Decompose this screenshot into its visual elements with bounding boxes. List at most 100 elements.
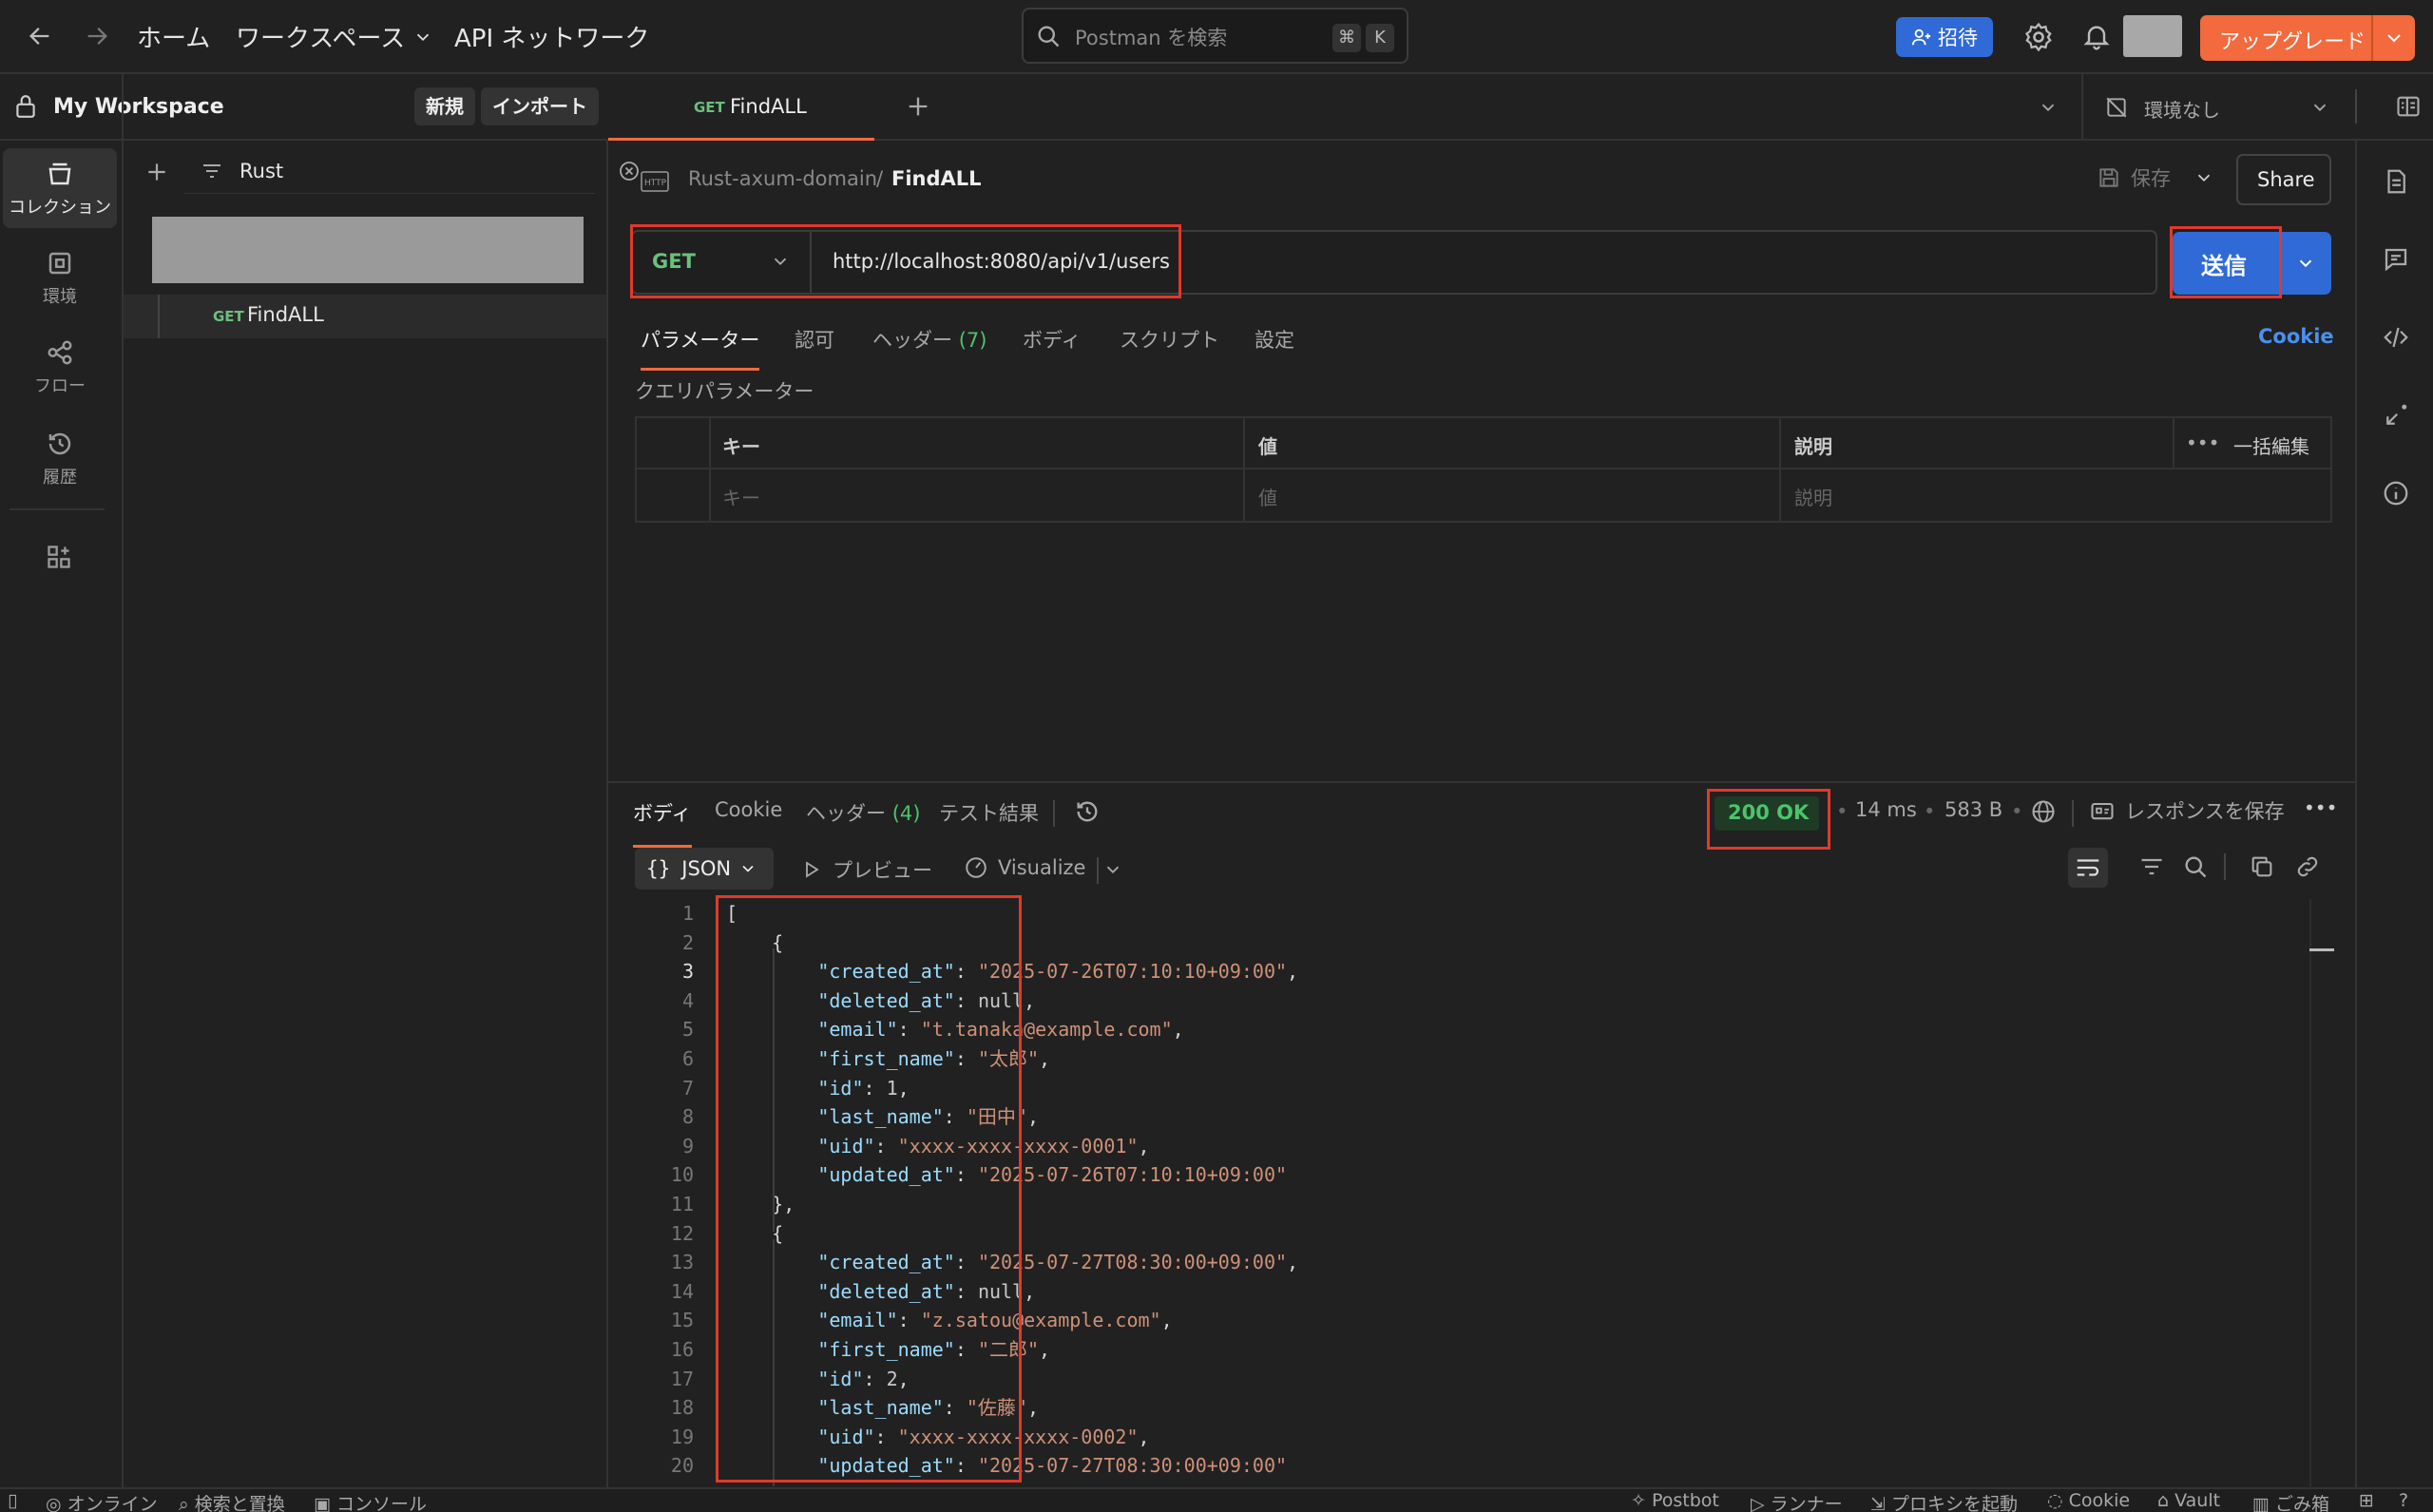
save-button[interactable]: 保存 [2097,163,2171,192]
filter-input[interactable]: Rust [184,148,639,194]
copy-icon[interactable] [2249,853,2275,880]
add-icon[interactable] [144,160,169,184]
new-button[interactable]: 新規 [414,87,475,125]
tab-settings[interactable]: 設定 [1255,325,1294,354]
line-number: 14 [670,1279,694,1303]
rail-item-collections[interactable]: コレクション [3,148,117,228]
resp-tab-cookies[interactable]: Cookie [715,798,782,821]
tab-headers[interactable]: ヘッダー (7) [872,325,987,354]
postbot[interactable]: ✧ Postbot [1631,1490,1719,1511]
related-collections-icon[interactable] [2382,401,2410,430]
chevron-down-icon[interactable] [2383,27,2405,49]
response-panel: ボディ Cookie ヘッダー (4) テスト結果 200 OK • 14 ms… [608,781,2355,1487]
online-status[interactable]: ◎ オンライン [46,1490,158,1512]
comments-icon[interactable] [2382,245,2410,274]
history-icon[interactable] [1074,798,1101,825]
share-button[interactable]: Share [2236,154,2331,205]
json-comma: , [1138,1134,1150,1158]
start-proxy[interactable]: ⇲ プロキシを起動 [1870,1490,2018,1512]
tab-params[interactable]: パラメーター [641,325,760,371]
description-input[interactable]: 説明 [1794,483,1832,510]
preview-button[interactable]: プレビュー [800,855,932,884]
toggle-sidebar-icon[interactable]: ▯ [8,1490,17,1511]
nav-home[interactable]: ホーム [137,19,210,54]
environment-quick-look-icon[interactable] [2395,93,2422,120]
history-icon [48,432,71,455]
redacted-collection-name[interactable] [152,217,584,283]
upgrade-button[interactable]: アップグレード [2200,15,2415,61]
globe-icon[interactable] [2030,798,2057,825]
response-size[interactable]: 583 B [1944,798,2002,821]
filter-icon[interactable] [2138,853,2165,880]
editor-scrollbar-track[interactable] [2309,899,2311,1486]
runner[interactable]: ▷ ランナー [1751,1490,1843,1512]
cookies-link[interactable]: Cookie [2258,325,2334,348]
bulk-edit-button[interactable]: 一括編集 [2233,431,2309,459]
environment-select[interactable]: 環境なし [2104,86,2340,129]
filter-icon [200,160,224,182]
info-icon[interactable] [2382,479,2410,507]
trash[interactable]: ▥ ごみ箱 [2252,1490,2329,1512]
nav-api-network[interactable]: API ネットワーク [454,19,649,54]
tab-scripts[interactable]: スクリプト [1120,325,1219,354]
resp-tab-headers[interactable]: ヘッダー (4) [806,798,920,827]
new-tab-plus-icon[interactable] [905,93,931,120]
rail-item-history[interactable]: 履歴 [3,418,117,498]
save-response-button[interactable]: レスポンスを保存 [2089,796,2285,825]
visualize-button[interactable]: Visualize [964,855,1085,880]
format-select[interactable]: {} JSON [635,848,774,890]
documentation-icon[interactable] [2382,167,2410,196]
breadcrumb-request-name[interactable]: FindALL [891,167,982,190]
runner-label: ランナー [1770,1494,1843,1512]
resp-tab-body[interactable]: ボディ [633,798,692,848]
code-snippet-icon[interactable] [2382,323,2410,352]
avatar[interactable] [2123,15,2182,57]
key-input[interactable]: キー [722,483,760,510]
chevron-down-icon [742,865,754,872]
chevron-down-icon[interactable] [1102,859,1123,880]
help-icon[interactable]: ? [2399,1490,2408,1511]
import-button[interactable]: インポート [481,87,599,125]
collection-sidebar: Rust GET FindALL [124,141,639,1487]
add-app-grid-icon[interactable] [46,544,72,570]
value-input[interactable]: 値 [1258,483,1277,510]
notification-bell-icon[interactable] [2081,21,2112,51]
tab-method: GET [694,99,725,116]
rail-item-environments[interactable]: 環境 [3,238,117,317]
tabs-overflow-chevron-icon[interactable] [2038,97,2059,118]
tab-authorization[interactable]: 認可 [795,325,834,354]
more-options-icon[interactable]: ••• [2186,431,2219,454]
invite-button[interactable]: 招待 [1896,17,1993,57]
json-comma: , [1024,1279,1036,1303]
wrap-lines-button[interactable] [2068,848,2108,888]
table-header-row [637,418,2330,469]
divider [2224,853,2226,880]
vault[interactable]: ⌂ Vault [2157,1490,2220,1511]
find-replace[interactable]: ⌕ 検索と置換 [179,1490,285,1512]
tab-body[interactable]: ボディ [1023,325,1082,354]
link-icon[interactable] [2294,853,2321,880]
breadcrumb-collection[interactable]: Rust-axum-domain [688,167,877,190]
search-icon[interactable] [2182,853,2209,880]
back-arrow-icon[interactable] [27,23,53,49]
cookies[interactable]: ◌ Cookie [2047,1490,2130,1511]
response-time[interactable]: 14 ms [1855,798,1917,821]
query-params-title: クエリパラメーター [635,380,814,403]
more-options-icon[interactable]: ••• [2304,796,2337,819]
rail-item-flows[interactable]: フロー [3,327,117,407]
forward-arrow-icon[interactable] [84,23,110,49]
cookie-label: Cookie [2068,1490,2131,1511]
tab-findall[interactable]: GET FindALL [608,74,874,141]
settings-gear-icon[interactable] [2022,21,2055,53]
layout-icon[interactable]: ⊞ [2359,1490,2374,1511]
braces-icon: {} [646,857,671,880]
resp-tab-test-results[interactable]: テスト結果 [939,798,1039,827]
clear-circle-icon[interactable] [618,160,641,182]
save-options-chevron-icon[interactable] [2194,167,2214,188]
nav-workspaces[interactable]: ワークスペース [236,19,433,54]
search-box[interactable]: Postman を検索 ⌘ K [1022,8,1408,64]
col-value-header: 値 [1258,435,1277,458]
sidebar-request-item[interactable]: GET FindALL [124,295,606,338]
send-options-button[interactable] [2281,232,2331,295]
console[interactable]: ▣ コンソール [314,1490,427,1512]
